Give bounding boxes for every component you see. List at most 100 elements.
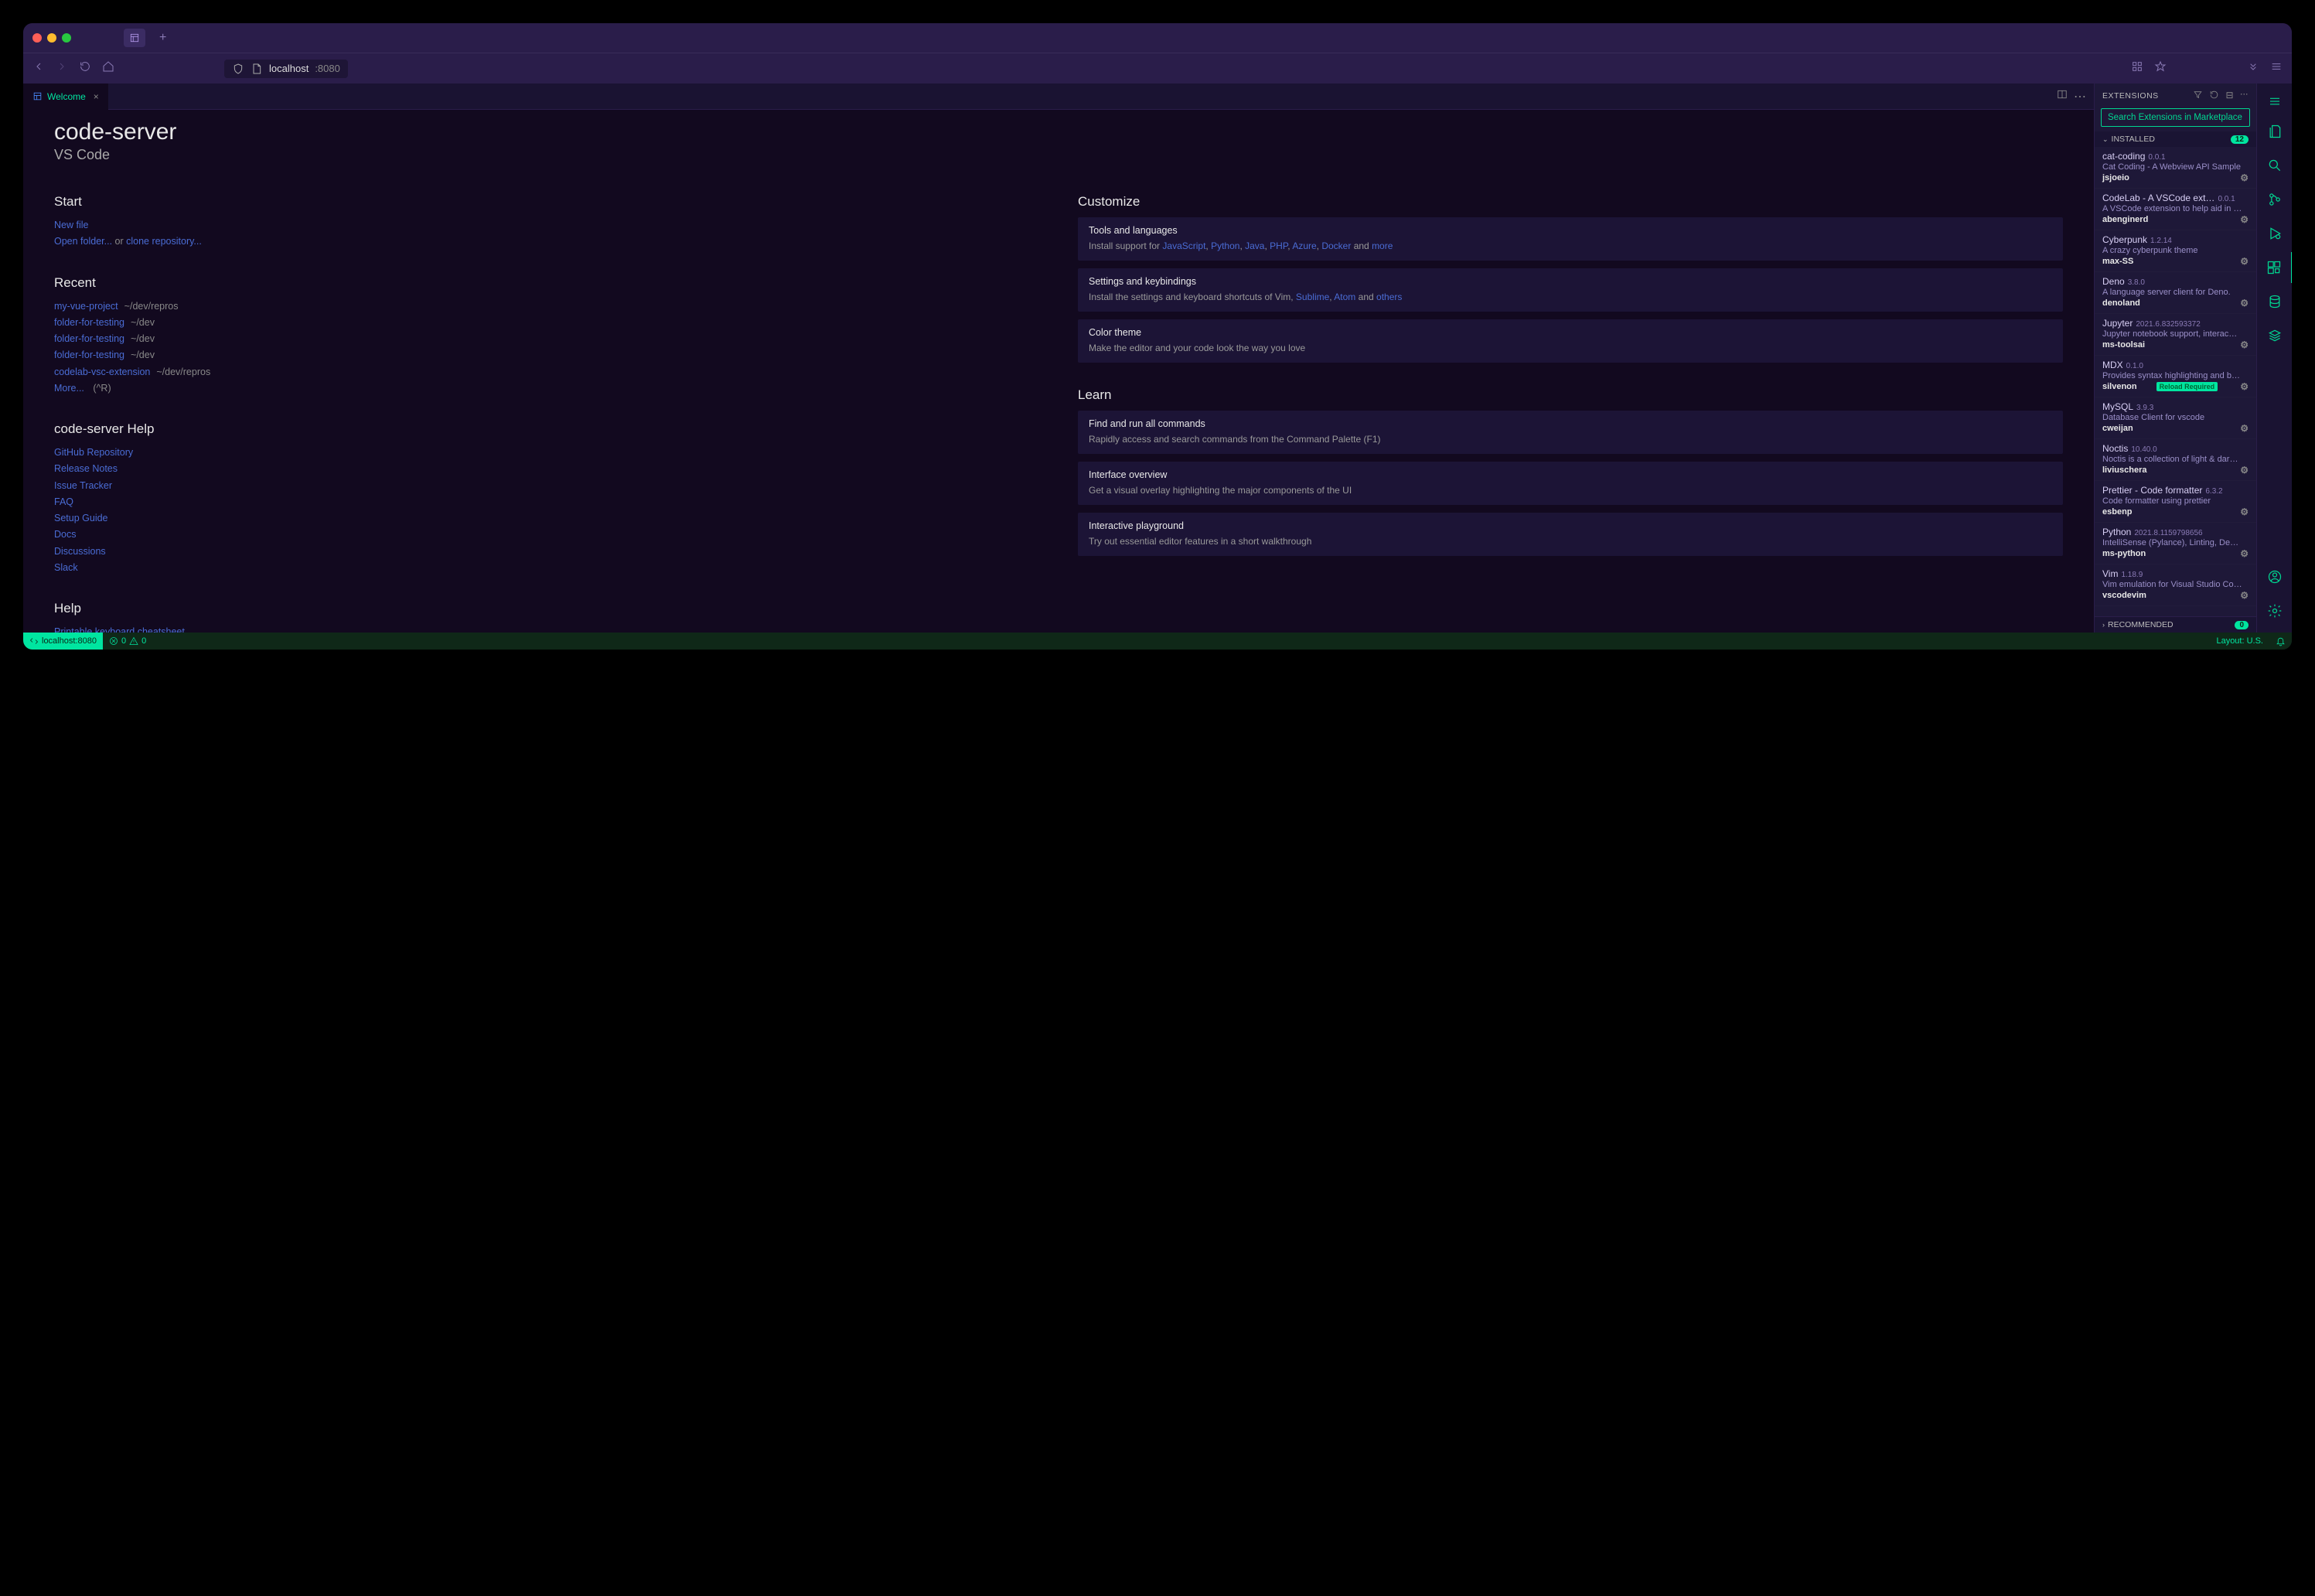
new-file-link[interactable]: New file [54, 220, 88, 230]
problems-indicator[interactable]: 0 0 [103, 633, 152, 650]
extension-version: 2021.6.832593372 [2136, 320, 2200, 329]
run-debug-icon[interactable] [2257, 218, 2293, 249]
remote-indicator[interactable]: localhost:8080 [23, 633, 103, 650]
cs-help-link[interactable]: Release Notes [54, 463, 118, 474]
extension-gear-icon[interactable]: ⚙ [2240, 298, 2249, 309]
new-tab-button[interactable]: + [159, 31, 166, 45]
split-editor-icon[interactable] [2057, 89, 2068, 104]
cs-help-link[interactable]: Discussions [54, 546, 106, 557]
lang-link[interactable]: PHP [1270, 240, 1287, 251]
extension-name: Cyberpunk1.2.14 [2102, 234, 2249, 245]
extension-gear-icon[interactable]: ⚙ [2240, 423, 2249, 434]
extension-item[interactable]: MDX0.1.0 Provides syntax highlighting an… [2095, 356, 2256, 397]
extensions-icon[interactable] [2257, 252, 2293, 283]
extension-item[interactable]: Prettier - Code formatter6.3.2 Code form… [2095, 481, 2256, 523]
editor-tab-welcome[interactable]: Welcome × [23, 84, 108, 110]
lang-link[interactable]: JavaScript [1162, 240, 1205, 251]
extension-item[interactable]: Cyberpunk1.2.14 A crazy cyberpunk theme … [2095, 230, 2256, 272]
database-icon[interactable] [2257, 286, 2293, 317]
clear-icon[interactable]: ⊟ [2225, 90, 2234, 102]
forward-button[interactable] [56, 60, 68, 77]
extension-gear-icon[interactable]: ⚙ [2240, 339, 2249, 350]
account-icon[interactable] [2257, 561, 2293, 592]
open-folder-link[interactable]: Open folder... [54, 236, 112, 247]
stack-icon[interactable] [2257, 320, 2293, 351]
extension-item[interactable]: CodeLab - A VSCode ext…0.0.1 A VSCode ex… [2095, 189, 2256, 230]
recent-item-link[interactable]: my-vue-project [54, 301, 118, 312]
maximize-window-button[interactable] [62, 33, 71, 43]
learn-card[interactable]: Interactive playgroundTry out essential … [1078, 513, 2063, 556]
more-link[interactable]: more [1372, 240, 1393, 251]
extension-description: IntelliSense (Pylance), Linting, De… [2102, 538, 2249, 547]
cs-help-link[interactable]: Docs [54, 529, 76, 540]
cs-help-link[interactable]: FAQ [54, 496, 73, 507]
recent-item-link[interactable]: folder-for-testing [54, 317, 124, 328]
editor-link[interactable]: Atom [1334, 292, 1355, 302]
extension-item[interactable]: Vim1.18.9 Vim emulation for Visual Studi… [2095, 564, 2256, 606]
grid-icon[interactable] [2131, 60, 2143, 77]
back-button[interactable] [32, 60, 45, 77]
extension-gear-icon[interactable]: ⚙ [2240, 256, 2249, 267]
extension-item[interactable]: cat-coding0.0.1 Cat Coding - A Webview A… [2095, 147, 2256, 189]
extension-gear-icon[interactable]: ⚙ [2240, 381, 2249, 392]
explorer-icon[interactable] [2257, 116, 2293, 147]
notifications-bell-icon[interactable] [2269, 636, 2292, 646]
recent-item-link[interactable]: folder-for-testing [54, 350, 124, 360]
search-icon[interactable] [2257, 150, 2293, 181]
bookmark-star-icon[interactable] [2154, 60, 2167, 77]
others-link[interactable]: others [1376, 292, 1402, 302]
recommended-section-header[interactable]: › RECOMMENDED 0 [2095, 616, 2256, 633]
extension-item[interactable]: Deno3.8.0 A language server client for D… [2095, 272, 2256, 314]
minimize-window-button[interactable] [47, 33, 56, 43]
settings-gear-icon[interactable] [2257, 595, 2293, 626]
lang-link[interactable]: Azure [1292, 240, 1316, 251]
extension-item[interactable]: Noctis10.40.0 Noctis is a collection of … [2095, 439, 2256, 481]
more-icon[interactable]: ⋯ [2240, 90, 2249, 102]
menu-icon[interactable] [2257, 90, 2293, 113]
cs-help-link[interactable]: Slack [54, 562, 78, 573]
extension-gear-icon[interactable]: ⚙ [2240, 214, 2249, 225]
lang-link[interactable]: Python [1211, 240, 1239, 251]
overflow-button[interactable] [2247, 60, 2259, 77]
extension-item[interactable]: Jupyter2021.6.832593372 Jupyter notebook… [2095, 314, 2256, 356]
extension-item[interactable]: MySQL3.9.3 Database Client for vscode cw… [2095, 397, 2256, 439]
source-control-icon[interactable] [2257, 184, 2293, 215]
filter-icon[interactable] [2193, 90, 2203, 102]
extension-gear-icon[interactable]: ⚙ [2240, 548, 2249, 559]
reload-button[interactable] [79, 60, 91, 77]
editor-link[interactable]: Sublime [1296, 292, 1329, 302]
lang-link[interactable]: Docker [1321, 240, 1351, 251]
extensions-search-input[interactable] [2101, 108, 2250, 127]
page-title: code-server [54, 119, 2063, 145]
hamburger-menu-icon[interactable] [2270, 60, 2283, 77]
home-button[interactable] [102, 60, 114, 77]
recent-item-link[interactable]: codelab-vsc-extension [54, 367, 150, 377]
extension-gear-icon[interactable]: ⚙ [2240, 506, 2249, 517]
extension-gear-icon[interactable]: ⚙ [2240, 590, 2249, 601]
settings-card[interactable]: Settings and keybindings Install the set… [1078, 268, 2063, 312]
refresh-icon[interactable] [2209, 90, 2219, 102]
extension-gear-icon[interactable]: ⚙ [2240, 465, 2249, 476]
learn-card[interactable]: Interface overviewGet a visual overlay h… [1078, 462, 2063, 505]
theme-card[interactable]: Color theme Make the editor and your cod… [1078, 319, 2063, 363]
recent-more-link[interactable]: More... [54, 383, 84, 394]
installed-section-header[interactable]: ⌄ INSTALLED 12 [2095, 131, 2256, 147]
cs-help-link[interactable]: Issue Tracker [54, 480, 112, 491]
cs-help-link[interactable]: GitHub Repository [54, 447, 133, 458]
more-actions-icon[interactable]: ⋯ [2074, 89, 2086, 104]
address-bar[interactable]: localhost:8080 [224, 60, 348, 78]
clone-repo-link[interactable]: clone repository... [126, 236, 202, 247]
layout-indicator[interactable]: Layout: U.S. [2210, 636, 2269, 646]
learn-card[interactable]: Find and run all commandsRapidly access … [1078, 411, 2063, 454]
tools-card[interactable]: Tools and languages Install support for … [1078, 217, 2063, 261]
close-window-button[interactable] [32, 33, 42, 43]
browser-tab[interactable] [124, 29, 145, 47]
recent-item-link[interactable]: folder-for-testing [54, 333, 124, 344]
extension-gear-icon[interactable]: ⚙ [2240, 172, 2249, 183]
tab-close-icon[interactable]: × [94, 91, 99, 102]
lang-link[interactable]: Java [1245, 240, 1264, 251]
vscode-app: Welcome × ⋯ code-server VS Code Start Ne… [23, 84, 2292, 633]
cs-help-link[interactable]: Setup Guide [54, 513, 108, 523]
help-link[interactable]: Printable keyboard cheatsheet [54, 626, 185, 633]
extension-item[interactable]: Python2021.8.1159798656 IntelliSense (Py… [2095, 523, 2256, 564]
